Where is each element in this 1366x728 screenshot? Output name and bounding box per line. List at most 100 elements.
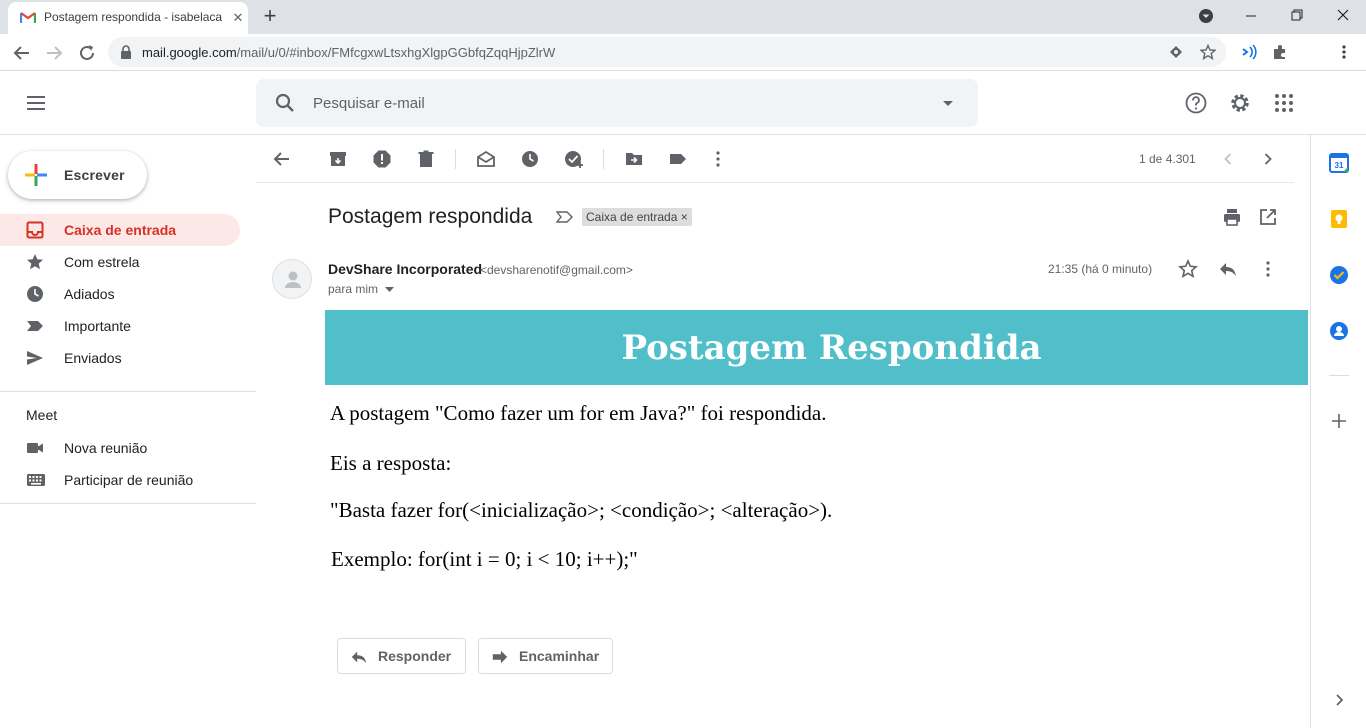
browser-toolbar: mail.google.com/mail/u/0/#inbox/FMfcgxwL… [0, 34, 1366, 71]
send-icon [26, 349, 44, 367]
nav-item-join-meeting[interactable]: Participar de reunião [0, 464, 240, 496]
nav-item-inbox[interactable]: Caixa de entrada [0, 214, 240, 246]
open-new-window-icon[interactable] [1258, 207, 1278, 227]
bookmark-star-icon[interactable] [1200, 44, 1216, 60]
minimize-window-icon[interactable] [1239, 6, 1263, 26]
inbox-label-chip[interactable]: Caixa de entrada × [582, 208, 692, 226]
delete-icon[interactable] [416, 149, 436, 169]
gmail-header: Pesquisar e-mail [0, 71, 1366, 135]
lock-icon [120, 45, 132, 59]
nav-item-label: Enviados [64, 350, 122, 366]
toolbar-separator [455, 149, 456, 169]
toolbar-separator [603, 149, 604, 169]
back-icon[interactable] [11, 42, 33, 64]
forward-arrow-icon [491, 648, 509, 666]
restore-window-icon[interactable] [1285, 6, 1309, 26]
search-options-dropdown-icon[interactable] [942, 100, 954, 108]
expand-panel-chevron-icon[interactable] [1329, 690, 1349, 710]
compose-plus-icon [24, 163, 48, 187]
importance-marker-icon[interactable] [556, 211, 574, 223]
nav-item-label: Caixa de entrada [64, 222, 177, 238]
contacts-icon[interactable] [1329, 321, 1349, 341]
apps-grid-icon[interactable] [1272, 91, 1296, 115]
back-to-inbox-icon[interactable] [272, 149, 292, 169]
snooze-clock-icon[interactable] [520, 149, 540, 169]
label-chip-text: Caixa de entrada [586, 210, 678, 224]
search-box[interactable]: Pesquisar e-mail [256, 79, 978, 127]
browser-tab[interactable]: Postagem respondida - isabelaca ✕ [8, 2, 248, 34]
nav-item-label: Adiados [64, 286, 115, 302]
reload-icon[interactable] [76, 42, 98, 64]
tab-close-icon[interactable]: ✕ [230, 10, 246, 26]
star-message-icon[interactable] [1178, 259, 1198, 279]
mark-unread-icon[interactable] [476, 149, 496, 169]
side-panel-divider [1329, 375, 1349, 376]
nav-item-snoozed[interactable]: Adiados [0, 278, 240, 310]
forward-label: Encaminhar [519, 648, 600, 664]
message-toolbar: 1 de 4.301 [256, 135, 1294, 183]
main-menu-icon[interactable] [24, 91, 48, 115]
forward-button[interactable]: Encaminhar [478, 638, 613, 674]
calendar-icon[interactable]: 31 [1329, 153, 1349, 173]
browser-menu-icon[interactable] [1336, 44, 1352, 60]
print-icon[interactable] [1222, 207, 1242, 227]
recipient-details[interactable]: para mim [328, 282, 395, 296]
close-window-icon[interactable] [1331, 6, 1355, 26]
keyboard-icon [26, 471, 46, 489]
nav-divider [0, 503, 256, 504]
reply-icon[interactable] [1218, 259, 1238, 279]
tasks-icon[interactable] [1329, 265, 1349, 285]
compose-button[interactable]: Escrever [8, 151, 147, 199]
compose-label: Escrever [64, 167, 125, 183]
site-info-icon[interactable] [1168, 44, 1184, 60]
nav-item-new-meeting[interactable]: Nova reunião [0, 432, 240, 464]
video-icon [26, 439, 44, 457]
message-timestamp: 21:35 (há 0 minuto) [1048, 262, 1153, 276]
extension-audio-icon[interactable] [1240, 44, 1257, 60]
nav-divider [0, 391, 256, 392]
browser-tab-title: Postagem respondida - isabelaca [44, 10, 223, 24]
keep-notes-icon[interactable] [1329, 209, 1349, 229]
person-icon [285, 271, 301, 288]
svg-text:31: 31 [1335, 161, 1344, 170]
forward-icon[interactable] [43, 42, 65, 64]
body-paragraph: Eis a resposta: [330, 451, 452, 475]
add-to-tasks-icon[interactable] [564, 149, 584, 169]
archive-icon[interactable] [328, 149, 348, 169]
gmail-favicon-icon [20, 11, 36, 24]
new-tab-button[interactable]: + [258, 5, 282, 29]
search-input[interactable]: Pesquisar e-mail [313, 95, 425, 112]
inbox-icon [26, 221, 44, 239]
move-to-icon[interactable] [624, 149, 644, 169]
sender-avatar [272, 259, 312, 299]
nav-item-label: Nova reunião [64, 440, 148, 456]
add-addon-plus-icon[interactable] [1329, 411, 1349, 431]
meet-section-title: Meet [26, 407, 58, 423]
pagination-count: 1 de 4.301 [1139, 152, 1196, 166]
nav-item-sent[interactable]: Enviados [0, 342, 240, 374]
sender-name: DevShare Incorporated [328, 261, 483, 277]
reply-label: Responder [378, 648, 452, 664]
reply-button[interactable]: Responder [337, 638, 466, 674]
more-actions-icon[interactable] [708, 149, 728, 169]
older-chevron-right-icon[interactable] [1258, 149, 1278, 169]
profile-menu-icon[interactable] [1196, 6, 1220, 26]
clock-icon [26, 285, 44, 303]
url-text: mail.google.com/mail/u/0/#inbox/FMfcgxwL… [142, 45, 556, 60]
help-icon[interactable] [1184, 91, 1208, 115]
nav-item-important[interactable]: Importante [0, 310, 240, 342]
search-icon[interactable] [274, 92, 296, 114]
message-more-icon[interactable] [1258, 259, 1278, 279]
side-panel: 31 [1310, 135, 1366, 728]
remove-label-icon[interactable]: × [681, 210, 688, 224]
nav-item-starred[interactable]: Com estrela [0, 246, 240, 278]
email-banner: Postagem Respondida [325, 310, 1308, 385]
report-spam-icon[interactable] [372, 149, 392, 169]
label-icon[interactable] [668, 149, 688, 169]
nav-item-label: Importante [64, 318, 131, 334]
address-bar[interactable]: mail.google.com/mail/u/0/#inbox/FMfcgxwL… [108, 37, 1226, 67]
important-icon [26, 317, 44, 335]
newer-chevron-left-icon[interactable] [1218, 149, 1238, 169]
extensions-puzzle-icon[interactable] [1272, 44, 1288, 60]
settings-gear-icon[interactable] [1228, 91, 1252, 115]
